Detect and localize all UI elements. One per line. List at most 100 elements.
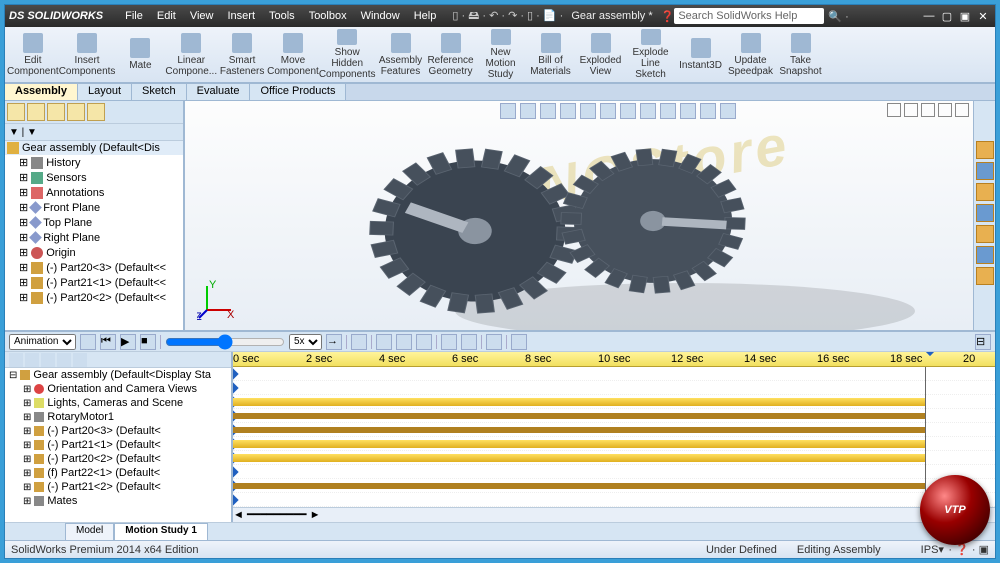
title-bar: DS SOLIDWORKS FileEditViewInsertToolsToo… [5, 5, 995, 27]
window-buttons[interactable]: —▢▣✕ [921, 10, 991, 23]
play-icon[interactable]: ▶ [120, 334, 136, 350]
feature-panel-tabs[interactable] [5, 101, 183, 123]
motion-tree-item[interactable]: ⊞Lights, Cameras and Scene [5, 396, 231, 410]
timeline-tracks[interactable] [233, 367, 995, 507]
tree-item[interactable]: ⊞Right Plane [5, 230, 183, 245]
track-row[interactable] [233, 423, 995, 437]
menu-view[interactable]: View [184, 8, 220, 24]
track-row[interactable] [233, 367, 995, 381]
playback-slider[interactable] [165, 334, 285, 350]
wizard-icon[interactable] [376, 334, 392, 350]
ribbon-edit[interactable]: EditComponent [7, 29, 59, 80]
tree-item[interactable]: ⊞Top Plane [5, 215, 183, 230]
study-type-select[interactable]: Animation [9, 334, 76, 350]
play-from-start-icon[interactable]: ⏮ [100, 334, 116, 350]
motion-tree-item[interactable]: ⊞(-) Part20<2> (Default< [5, 452, 231, 466]
gravity-icon[interactable] [486, 334, 502, 350]
menu-edit[interactable]: Edit [151, 8, 182, 24]
task-pane[interactable] [973, 101, 995, 330]
tree-item[interactable]: ⊞Annotations [5, 185, 183, 200]
view-triad[interactable]: Y X Z [197, 280, 237, 320]
track-row[interactable] [233, 451, 995, 465]
ribbon-new[interactable]: NewMotionStudy [476, 29, 526, 80]
menu-window[interactable]: Window [355, 8, 406, 24]
calculate-icon[interactable] [80, 334, 96, 350]
ribbon-show[interactable]: ShowHiddenComponents [319, 29, 376, 80]
motion-tree[interactable]: ⊟ Gear assembly (Default<Display Sta ⊞Or… [5, 352, 233, 522]
ribbon-instantd[interactable]: Instant3D [676, 29, 726, 80]
tab-sketch[interactable]: Sketch [132, 84, 187, 100]
ribbon-billof[interactable]: Bill ofMaterials [526, 29, 576, 80]
ribbon-move[interactable]: MoveComponent [267, 29, 319, 80]
ribbon-update[interactable]: UpdateSpeedpak [726, 29, 776, 80]
menu-insert[interactable]: Insert [221, 8, 261, 24]
tree-item[interactable]: ⊞Origin [5, 245, 183, 260]
tab-evaluate[interactable]: Evaluate [187, 84, 251, 100]
ribbon-reference[interactable]: ReferenceGeometry [426, 29, 476, 80]
menu-file[interactable]: File [119, 8, 149, 24]
help-icon[interactable]: ❓ [661, 10, 675, 23]
tree-item[interactable]: ⊞(-) Part21<1> (Default<< [5, 275, 183, 290]
tree-root[interactable]: Gear assembly (Default<Dis [5, 141, 183, 155]
motion-tree-item[interactable]: ⊞Orientation and Camera Views [5, 382, 231, 396]
motor-icon[interactable] [416, 334, 432, 350]
track-row[interactable] [233, 437, 995, 451]
tree-item[interactable]: ⊞History [5, 155, 183, 170]
spring-icon[interactable] [441, 334, 457, 350]
tab-office-products[interactable]: Office Products [250, 84, 346, 100]
track-row[interactable] [233, 479, 995, 493]
menu-help[interactable]: Help [408, 8, 443, 24]
track-row[interactable] [233, 409, 995, 423]
menu-tools[interactable]: Tools [263, 8, 301, 24]
quick-access-icons[interactable]: ▯ · 🖴 · ↶ · ↷ · ▯ · 📄 · [452, 7, 563, 26]
motion-tree-item[interactable]: ⊞RotaryMotor1 [5, 410, 231, 424]
ribbon-exploded[interactable]: ExplodedView [576, 29, 626, 80]
filter-icon[interactable] [9, 353, 23, 367]
unit-system[interactable]: IPS [921, 544, 939, 556]
graphics-viewport[interactable]: KONGStore [185, 101, 973, 330]
playback-speed[interactable]: 5x [289, 334, 322, 350]
motion-tree-item[interactable]: ⊞(f) Part22<1> (Default< [5, 466, 231, 480]
track-row[interactable] [233, 395, 995, 409]
motion-tree-item[interactable]: ⊞(-) Part21<2> (Default< [5, 480, 231, 494]
menu-toolbox[interactable]: Toolbox [303, 8, 353, 24]
stop-icon[interactable]: ■ [140, 334, 156, 350]
bottom-tab-model[interactable]: Model [65, 523, 114, 540]
track-row[interactable] [233, 465, 995, 479]
search-input[interactable]: Search SolidWorks Help [674, 8, 824, 24]
tree-item[interactable]: ⊞(-) Part20<2> (Default<< [5, 290, 183, 305]
ribbon-mate[interactable]: Mate [115, 29, 165, 80]
save-anim-icon[interactable] [351, 334, 367, 350]
ribbon-assembly[interactable]: AssemblyFeatures [376, 29, 426, 80]
motion-tree-item[interactable]: ⊞Mates [5, 494, 231, 508]
tree-item[interactable]: ⊞(-) Part20<3> (Default<< [5, 260, 183, 275]
motion-tree-item[interactable]: ⊞(-) Part21<1> (Default< [5, 438, 231, 452]
ribbon-linear[interactable]: LinearCompone... [165, 29, 217, 80]
contact-icon[interactable] [461, 334, 477, 350]
track-row[interactable] [233, 381, 995, 395]
ribbon-smart[interactable]: SmartFasteners [217, 29, 267, 80]
ribbon-insert[interactable]: InsertComponents [59, 29, 116, 80]
results-icon[interactable] [511, 334, 527, 350]
motion-tree-item[interactable]: ⊞(-) Part20<3> (Default< [5, 424, 231, 438]
feature-filter[interactable]: ▼ | ▼ [5, 123, 183, 141]
timeline[interactable]: 0 sec2 sec4 sec6 sec8 sec10 sec12 sec14 … [233, 352, 995, 522]
search-icon[interactable]: 🔍 · [828, 10, 848, 23]
motion-tree-root[interactable]: ⊟ Gear assembly (Default<Display Sta [5, 368, 231, 382]
svg-text:Z: Z [197, 311, 202, 320]
loop-icon[interactable]: → [326, 334, 342, 350]
ribbon-explode[interactable]: ExplodeLineSketch [626, 29, 676, 80]
timeline-scrollbar[interactable]: ◄ ━━━━━━━━━ ► [233, 507, 995, 522]
timeline-ruler[interactable]: 0 sec2 sec4 sec6 sec8 sec10 sec12 sec14 … [233, 352, 995, 367]
bottom-tab-motion-study-1[interactable]: Motion Study 1 [114, 523, 208, 540]
ribbon-take[interactable]: TakeSnapshot [776, 29, 826, 80]
tab-assembly[interactable]: Assembly [5, 84, 78, 100]
editing-mode: Editing Assembly [797, 544, 881, 556]
track-row[interactable] [233, 493, 995, 507]
tree-item[interactable]: ⊞Front Plane [5, 200, 183, 215]
collapse-icon[interactable]: ⊟ [975, 334, 991, 350]
key-icon[interactable] [396, 334, 412, 350]
feature-tree[interactable]: Gear assembly (Default<Dis ⊞History⊞Sens… [5, 141, 183, 330]
tree-item[interactable]: ⊞Sensors [5, 170, 183, 185]
tab-layout[interactable]: Layout [78, 84, 132, 100]
